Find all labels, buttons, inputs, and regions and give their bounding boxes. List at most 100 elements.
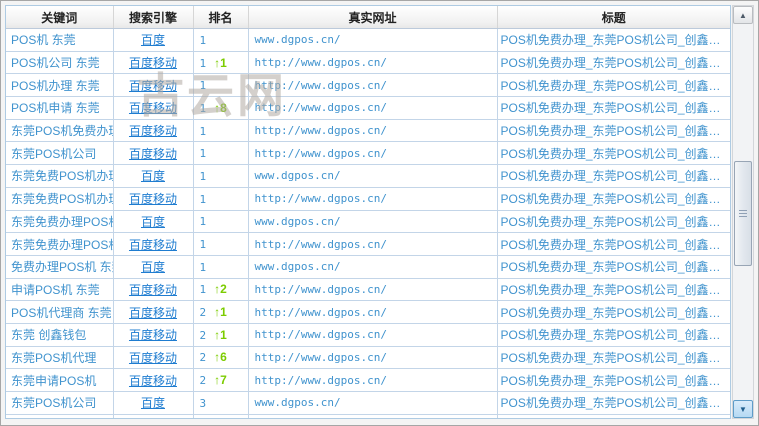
url-cell: http://www.dgpos.cn/ — [248, 119, 498, 143]
keyword-cell: 东莞POS机公司 — [6, 141, 114, 166]
rank-cell: 1 — [193, 255, 249, 279]
engine-link[interactable]: 百度移动 — [129, 56, 177, 70]
engine-link[interactable]: 百度移动 — [129, 124, 177, 138]
table-row[interactable]: 东莞免费POS机办理 百度移动 1 http://www.dgpos.cn/ P… — [6, 187, 730, 211]
table-row[interactable]: POS机 东莞 百度 1 www.dgpos.cn/ POS机免费办理_东莞PO… — [6, 28, 730, 52]
column-header-rank[interactable]: 排名 — [193, 6, 249, 29]
rank-value: 2 — [199, 351, 207, 365]
rank-value: 1 — [199, 169, 207, 183]
engine-link[interactable]: 百度 — [141, 396, 165, 410]
keyword-cell: 免费办理POS机 东莞 — [6, 255, 114, 279]
table-row[interactable]: 东莞免费办理POS机 百度移动 1 http://www.dgpos.cn/ P… — [6, 232, 730, 256]
keyword-cell: 东莞免费POS机办理 — [6, 164, 114, 188]
url-cell: http://www.dgpos.cn/ — [248, 73, 498, 98]
table-row[interactable]: POS机申请 东莞 百度移动 1 ↑8 http://www.dgpos.cn/ … — [6, 96, 730, 120]
vertical-scrollbar[interactable]: ▲ ▼ — [732, 5, 754, 419]
engine-link[interactable]: 百度移动 — [129, 374, 177, 388]
rank-cell: 2 ↑1 — [193, 323, 249, 347]
keyword-cell: 东莞POS机代理 — [6, 346, 114, 370]
engine-cell: 百度移动 — [113, 346, 194, 370]
rank-value: 1 — [199, 79, 207, 93]
title-cell: POS机免费办理_东莞POS机公司_创鑫钱包东... — [497, 187, 730, 211]
engine-cell: 百度移动 — [113, 73, 194, 98]
scroll-up-button[interactable]: ▲ — [733, 6, 753, 24]
arrow-up-icon: ▲ — [739, 10, 747, 20]
title-cell: POS机免费办理_东莞POS机公司_创鑫钱包东... — [497, 73, 730, 98]
url-cell: http://www.dgpos.cn/ — [248, 300, 498, 324]
keyword-rank-table: 关键词 搜索引擎 排名 真实网址 标题 POS机 东莞 百度 1 www.dgp… — [5, 5, 731, 419]
engine-link[interactable]: 百度 — [141, 169, 165, 183]
table-row[interactable]: 东莞POS机代理 百度移动 2 ↑6 http://www.dgpos.cn/ P… — [6, 346, 730, 370]
title-cell: POS机免费办理_东莞POS机公司_创鑫钱包东... — [497, 141, 730, 166]
table-row[interactable]: 东莞POS机公司 百度 3 www.dgpos.cn/ POS机免费办理_东莞P… — [6, 391, 730, 415]
engine-link[interactable]: 百度 — [141, 215, 165, 229]
table-row[interactable]: 东莞免费办理POS机 百度 1 www.dgpos.cn/ POS机免费办理_东… — [6, 210, 730, 234]
rank-value: 2 — [199, 374, 207, 388]
url-cell: http://www.dgpos.cn/ — [248, 278, 498, 302]
url-cell: www.dgpos.cn/ — [248, 391, 498, 415]
table-row[interactable]: 东莞免费POS机办理 百度 1 www.dgpos.cn/ POS机免费办理_东… — [6, 164, 730, 188]
rank-cell: 1 ↑2 — [193, 278, 249, 302]
engine-cell: 百度移动 — [113, 141, 194, 166]
table-row[interactable]: 东莞 创鑫钱包 百度移动 2 ↑1 http://www.dgpos.cn/ PO… — [6, 323, 730, 347]
url-cell: http://www.dgpos.cn/ — [248, 96, 498, 120]
engine-cell: 百度 — [113, 210, 194, 234]
column-header-title[interactable]: 标题 — [497, 6, 730, 29]
table-row[interactable]: 东莞申请POS机 百度移动 2 ↑7 http://www.dgpos.cn/ P… — [6, 368, 730, 392]
scroll-down-button[interactable]: ▼ — [733, 400, 753, 418]
rank-tracker-panel: 关键词 搜索引擎 排名 真实网址 标题 POS机 东莞 百度 1 www.dgp… — [0, 0, 759, 426]
table-row[interactable]: 申请POS机 东莞 百度移动 1 ↑2 http://www.dgpos.cn/ … — [6, 278, 730, 302]
keyword-cell: 申请POS机 东莞 — [6, 278, 114, 302]
table-row[interactable]: 免费办理POS机 东莞 百度 1 www.dgpos.cn/ POS机免费办理_… — [6, 255, 730, 279]
column-header-keyword[interactable]: 关键词 — [6, 6, 114, 29]
rank-cell: 1 ↑8 — [193, 96, 249, 120]
table-row[interactable]: POS机办理 东莞 百度移动 1 http://www.dgpos.cn/ PO… — [6, 73, 730, 98]
engine-cell: 百度 — [113, 391, 194, 415]
table-row[interactable]: POS机公司 东莞 百度移动 1 ↑1 http://www.dgpos.cn/ … — [6, 51, 730, 75]
engine-link[interactable]: 百度移动 — [129, 79, 177, 93]
rank-cell: 1 — [193, 28, 249, 52]
rank-cell: 1 ↑1 — [193, 51, 249, 75]
engine-cell: 百度移动 — [113, 278, 194, 302]
url-cell: http://www.dgpos.cn/ — [248, 346, 498, 370]
engine-link[interactable]: 百度移动 — [129, 283, 177, 297]
engine-link[interactable]: 百度移动 — [129, 351, 177, 365]
rank-value: 1 — [199, 147, 207, 161]
engine-link[interactable]: 百度移动 — [129, 147, 177, 161]
table-row[interactable]: 东莞创鑫钱包 百度移动 3 http://www.dgpos.cn/ POS机免… — [6, 414, 730, 418]
engine-link[interactable]: 百度移动 — [129, 101, 177, 115]
rank-value: 1 — [199, 56, 207, 70]
keyword-cell: POS机办理 东莞 — [6, 73, 114, 98]
engine-link[interactable]: 百度 — [141, 33, 165, 47]
engine-cell: 百度移动 — [113, 414, 194, 418]
engine-link[interactable]: 百度 — [141, 260, 165, 274]
rank-cell: 1 — [193, 119, 249, 143]
keyword-cell: POS机代理商 东莞 — [6, 300, 114, 324]
table-row[interactable]: POS机代理商 东莞 百度移动 2 ↑1 http://www.dgpos.cn/… — [6, 300, 730, 324]
engine-cell: 百度 — [113, 28, 194, 52]
title-cell: POS机免费办理_东莞POS机公司_创鑫钱包东... — [497, 51, 730, 75]
keyword-cell: 东莞创鑫钱包 — [6, 414, 114, 418]
table-row[interactable]: 东莞POS机免费办理 百度移动 1 http://www.dgpos.cn/ P… — [6, 119, 730, 143]
column-header-url[interactable]: 真实网址 — [248, 6, 498, 29]
rank-change-badge: ↑1 — [214, 327, 227, 342]
title-cell: POS机免费办理_东莞POS机公司_创鑫钱包东... — [497, 28, 730, 52]
engine-cell: 百度移动 — [113, 232, 194, 256]
engine-link[interactable]: 百度移动 — [129, 306, 177, 320]
title-cell: POS机免费办理_东莞POS机公司_创鑫钱包东... — [497, 164, 730, 188]
engine-link[interactable]: 百度移动 — [129, 238, 177, 252]
rank-value: 2 — [199, 306, 207, 320]
title-cell: POS机免费办理_东莞POS机公司_创鑫钱包东... — [497, 414, 730, 418]
scrollbar-thumb[interactable] — [734, 161, 752, 266]
rank-value: 3 — [199, 396, 207, 410]
engine-cell: 百度移动 — [113, 300, 194, 324]
rank-change-badge: ↑2 — [214, 282, 227, 297]
rank-cell: 1 — [193, 73, 249, 98]
rank-change-badge: ↑1 — [214, 55, 227, 70]
rank-cell: 2 ↑7 — [193, 368, 249, 392]
engine-link[interactable]: 百度移动 — [129, 328, 177, 342]
column-header-engine[interactable]: 搜索引擎 — [113, 6, 194, 29]
keyword-cell: 东莞免费办理POS机 — [6, 232, 114, 256]
table-row[interactable]: 东莞POS机公司 百度移动 1 http://www.dgpos.cn/ POS… — [6, 141, 730, 166]
engine-link[interactable]: 百度移动 — [129, 192, 177, 206]
